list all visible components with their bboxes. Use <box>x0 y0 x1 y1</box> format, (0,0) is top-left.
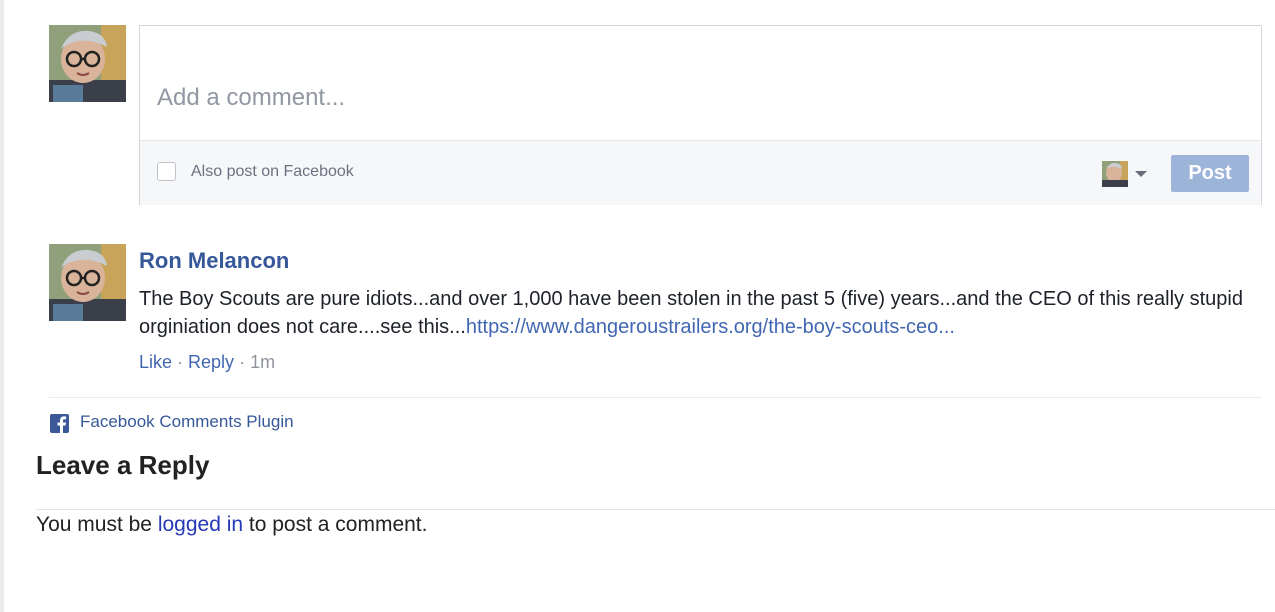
logged-in-link[interactable]: logged in <box>158 513 243 536</box>
reply-link[interactable]: Reply <box>188 352 234 372</box>
plugin-divider <box>49 397 1262 398</box>
reply-divider <box>36 509 1275 510</box>
current-user-avatar <box>49 25 126 102</box>
composer-toolbar: Also post on Facebook Post <box>140 140 1261 205</box>
identity-avatar <box>1102 161 1128 187</box>
login-note-suffix: to post a comment. <box>243 513 428 536</box>
comment-composer: Also post on Facebook Post <box>139 25 1262 205</box>
page-left-border <box>0 0 4 612</box>
comment-text: The Boy Scouts are pure idiots...and ove… <box>139 285 1254 341</box>
comment-author-avatar[interactable] <box>49 244 126 321</box>
comment-timestamp[interactable]: 1m <box>250 352 275 372</box>
login-required-note: You must be logged in to post a comment. <box>36 513 427 537</box>
comment-actions: Like · Reply · 1m <box>139 352 275 373</box>
also-post-checkbox[interactable] <box>157 162 176 181</box>
action-separator: · <box>234 352 251 372</box>
chevron-down-icon <box>1135 171 1147 177</box>
leave-reply-heading: Leave a Reply <box>36 450 210 480</box>
post-button[interactable]: Post <box>1171 155 1249 192</box>
action-separator: · <box>172 352 189 372</box>
comment-input[interactable] <box>140 26 1261 140</box>
facebook-icon <box>50 414 69 433</box>
comment-author-name[interactable]: Ron Melancon <box>139 248 289 274</box>
identity-selector[interactable] <box>1102 159 1150 187</box>
comment-link[interactable]: https://www.dangeroustrailers.org/the-bo… <box>466 316 955 338</box>
login-note-prefix: You must be <box>36 513 158 536</box>
like-link[interactable]: Like <box>139 352 172 372</box>
facebook-plugin-link[interactable]: Facebook Comments Plugin <box>80 412 294 432</box>
also-post-label[interactable]: Also post on Facebook <box>191 163 354 181</box>
